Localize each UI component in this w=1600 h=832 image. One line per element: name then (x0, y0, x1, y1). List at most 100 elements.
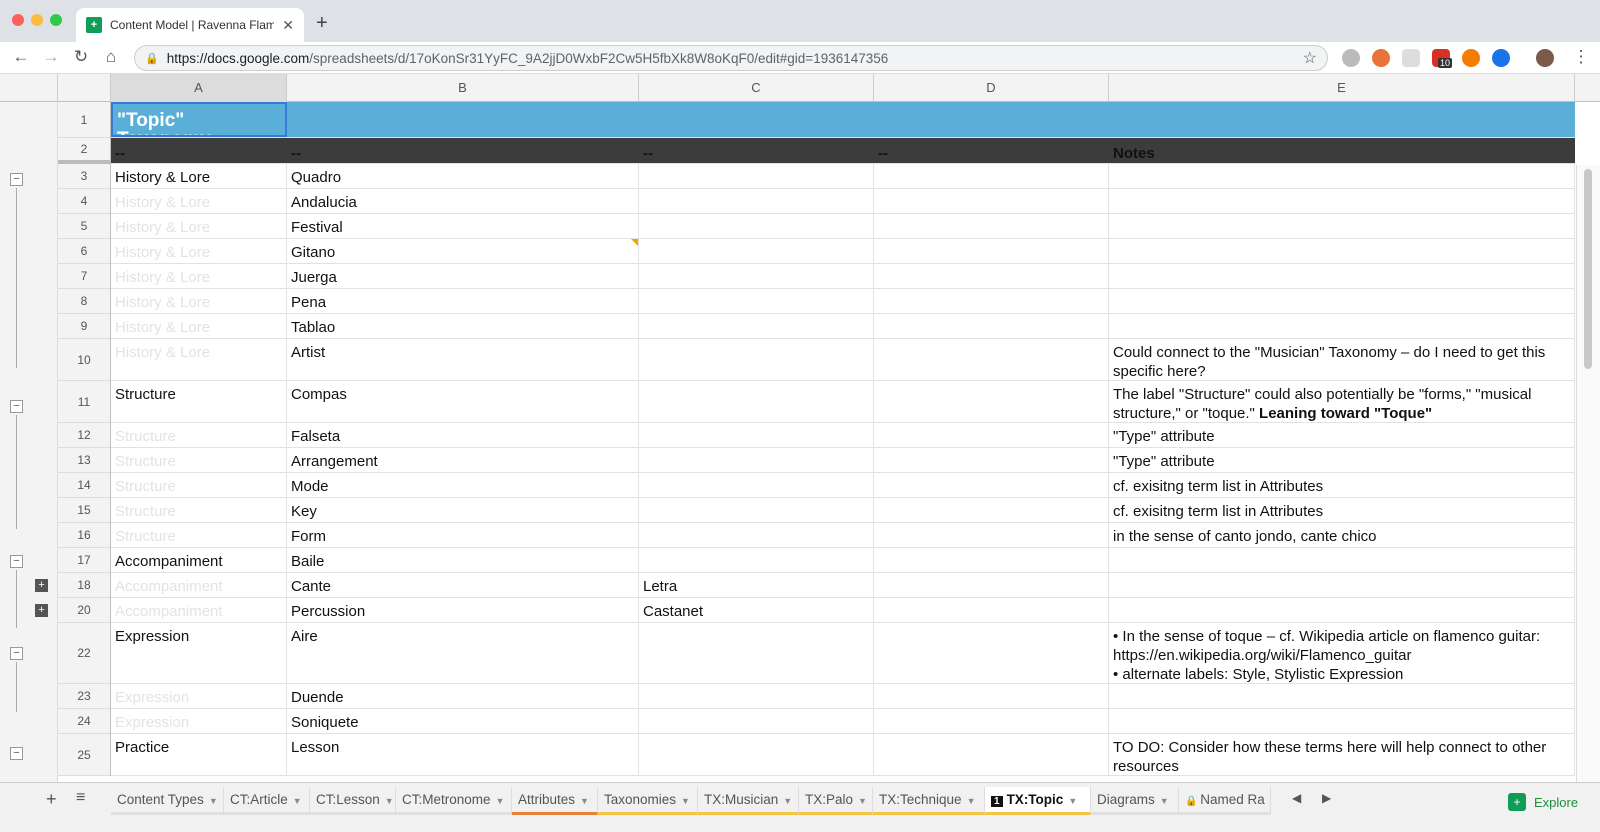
cell-b25[interactable]: Lesson (287, 734, 639, 775)
cell-d16[interactable] (874, 523, 1109, 547)
cell-e18[interactable] (1109, 573, 1575, 597)
cell-c4[interactable] (639, 189, 874, 213)
cell-e12[interactable]: "Type" attribute (1109, 423, 1575, 447)
cell-c11[interactable] (639, 381, 874, 422)
row-number[interactable]: 23 (58, 684, 110, 709)
sheet-tab[interactable]: Attributes ▼ (512, 787, 598, 815)
sheet-menu-icon[interactable]: ▼ (681, 796, 690, 806)
cell-c9[interactable] (639, 314, 874, 338)
row-number[interactable]: 4 (58, 189, 110, 214)
cell-c14[interactable] (639, 473, 874, 497)
cell-c17[interactable] (639, 548, 874, 572)
cell-b5[interactable]: Festival (287, 214, 639, 238)
cell-d5[interactable] (874, 214, 1109, 238)
cell-e16[interactable]: in the sense of canto jondo, cante chico (1109, 523, 1575, 547)
row-number[interactable]: 17 (58, 548, 110, 573)
row-number[interactable]: 24 (58, 709, 110, 734)
cell-d3[interactable] (874, 164, 1109, 188)
cell-c16[interactable] (639, 523, 874, 547)
sheet-menu-icon[interactable]: ▼ (1160, 796, 1169, 806)
column-header-d[interactable]: D (874, 74, 1109, 102)
home-icon[interactable]: ⌂ (100, 47, 122, 67)
cell-d10[interactable] (874, 339, 1109, 380)
select-all-corner[interactable] (58, 74, 111, 102)
cell-b13[interactable]: Arrangement (287, 448, 639, 472)
expand-group-icon[interactable]: + (35, 604, 48, 617)
cell-e20[interactable] (1109, 598, 1575, 622)
cell-e25[interactable]: TO DO: Consider how these terms here wil… (1109, 734, 1575, 775)
cell-b22[interactable]: Aire (287, 623, 639, 683)
cell-b4[interactable]: Andalucia (287, 189, 639, 213)
sheet-menu-icon[interactable]: ▼ (858, 796, 867, 806)
cell-b23[interactable]: Duende (287, 684, 639, 708)
cell-b10[interactable]: Artist (287, 339, 639, 380)
cell-e17[interactable] (1109, 548, 1575, 572)
cell-a22[interactable]: Expression (111, 623, 287, 683)
vertical-scrollbar[interactable] (1576, 165, 1600, 782)
cell-d14[interactable] (874, 473, 1109, 497)
cell-d8[interactable] (874, 289, 1109, 313)
collapse-group-icon[interactable]: − (10, 647, 23, 660)
cell-a10[interactable]: History & Lore (111, 339, 287, 380)
cell-b2[interactable]: -- (287, 138, 639, 163)
row-number[interactable]: 12 (58, 423, 110, 448)
sheet-menu-icon[interactable]: ▼ (209, 796, 218, 806)
cell-b16[interactable]: Form (287, 523, 639, 547)
scroll-tabs-left-icon[interactable]: ◀ (1292, 791, 1301, 805)
cell-d25[interactable] (874, 734, 1109, 775)
cell-b11[interactable]: Compas (287, 381, 639, 422)
cell-a4[interactable]: History & Lore (111, 189, 287, 213)
row-number[interactable]: 15 (58, 498, 110, 523)
cell-c2[interactable]: -- (639, 138, 874, 163)
cell-c24[interactable] (639, 709, 874, 733)
cell-d23[interactable] (874, 684, 1109, 708)
cell-e14[interactable]: cf. exisitng term list in Attributes (1109, 473, 1575, 497)
cell-b14[interactable]: Mode (287, 473, 639, 497)
cell-c23[interactable] (639, 684, 874, 708)
row-number[interactable]: 13 (58, 448, 110, 473)
sheet-tab[interactable]: TX:Musician ▼ (698, 787, 799, 815)
sheet-tab[interactable]: Diagrams ▼ (1091, 787, 1179, 815)
close-window-icon[interactable] (12, 14, 24, 26)
cell-c15[interactable] (639, 498, 874, 522)
cell-d24[interactable] (874, 709, 1109, 733)
add-sheet-icon[interactable]: + (46, 789, 57, 810)
sheet-menu-icon[interactable]: ▼ (1068, 796, 1077, 806)
cell-b7[interactable]: Juerga (287, 264, 639, 288)
cell-c18[interactable]: Letra (639, 573, 874, 597)
expand-group-icon[interactable]: + (35, 579, 48, 592)
cell-b18[interactable]: Cante (287, 573, 639, 597)
cell-c1[interactable] (639, 102, 874, 137)
sheet-tab[interactable]: Content Types ▼ (111, 787, 224, 815)
row-number[interactable]: 9 (58, 314, 110, 339)
collapse-group-icon[interactable]: − (10, 747, 23, 760)
cell-a1[interactable]: "Topic" Taxonomy (111, 102, 287, 137)
cell-e15[interactable]: cf. exisitng term list in Attributes (1109, 498, 1575, 522)
cell-e13[interactable]: "Type" attribute (1109, 448, 1575, 472)
cell-e10[interactable]: Could connect to the "Musician" Taxonomy… (1109, 339, 1575, 380)
row-number[interactable]: 22 (58, 623, 110, 684)
cell-a17[interactable]: Accompaniment (111, 548, 287, 572)
cell-d2[interactable]: -- (874, 138, 1109, 163)
row-number[interactable]: 6 (58, 239, 110, 264)
sheet-menu-icon[interactable]: ▼ (580, 796, 589, 806)
cell-a6[interactable]: History & Lore (111, 239, 287, 263)
cell-a18[interactable]: Accompaniment (111, 573, 287, 597)
row-number[interactable]: 3 (58, 164, 110, 189)
cell-a2[interactable]: -- (111, 138, 287, 163)
cell-c12[interactable] (639, 423, 874, 447)
cell-e1[interactable] (1109, 102, 1575, 137)
cell-a13[interactable]: Structure (111, 448, 287, 472)
cell-a12[interactable]: Structure (111, 423, 287, 447)
cell-a23[interactable]: Expression (111, 684, 287, 708)
zoom-window-icon[interactable] (50, 14, 62, 26)
cell-b17[interactable]: Baile (287, 548, 639, 572)
cell-a16[interactable]: Structure (111, 523, 287, 547)
cell-d18[interactable] (874, 573, 1109, 597)
cell-e7[interactable] (1109, 264, 1575, 288)
cell-e8[interactable] (1109, 289, 1575, 313)
cell-d22[interactable] (874, 623, 1109, 683)
cell-d7[interactable] (874, 264, 1109, 288)
cell-c5[interactable] (639, 214, 874, 238)
cell-d9[interactable] (874, 314, 1109, 338)
